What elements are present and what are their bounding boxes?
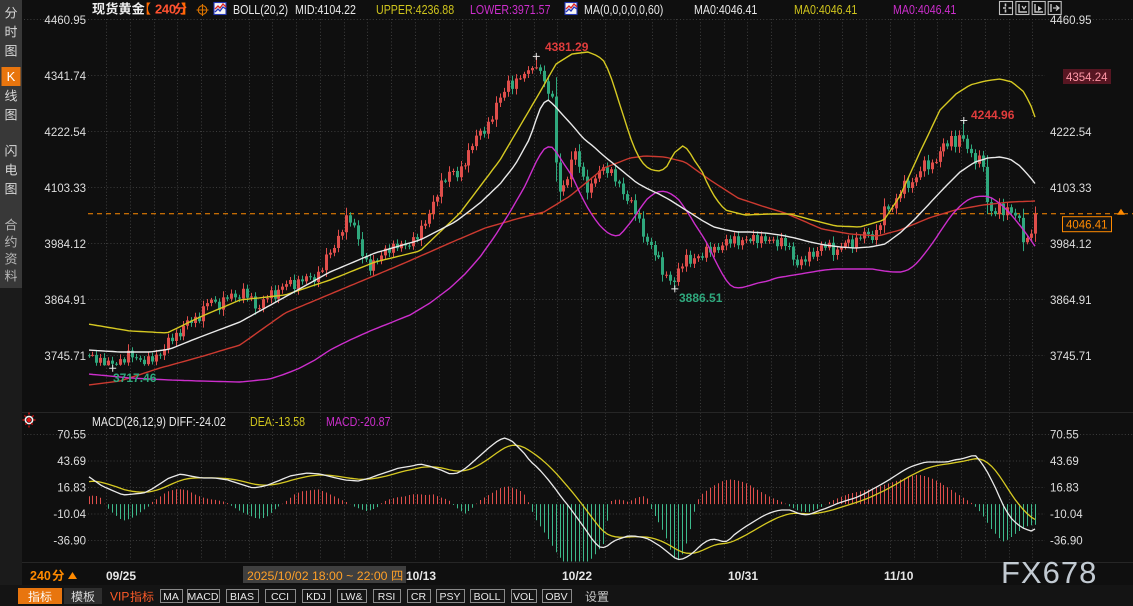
svg-text:2025/10/02 18:00 ~ 22:00: 2025/10/02 18:00 ~ 22:00 [247,569,388,583]
svg-text:10/31: 10/31 [728,569,758,583]
svg-text:-10.04: -10.04 [53,509,86,521]
svg-text:BOLL(20,2): BOLL(20,2) [233,2,288,17]
svg-text:MACD:-20.87: MACD:-20.87 [326,414,391,429]
svg-text:4046.41: 4046.41 [1066,220,1108,232]
svg-text:16.83: 16.83 [1050,483,1079,495]
svg-text:K: K [7,69,16,84]
svg-text:MID:4104.22: MID:4104.22 [295,2,356,17]
svg-text:70.55: 70.55 [57,430,86,442]
svg-text:MACD: MACD [188,591,219,603]
svg-text:16.83: 16.83 [57,483,86,495]
svg-text:240: 240 [30,569,51,583]
svg-text:MA(0,0,0,0,0,60): MA(0,0,0,0,0,60) [584,2,663,17]
svg-text:4244.96: 4244.96 [971,108,1015,122]
svg-text:3886.51: 3886.51 [679,291,723,305]
svg-text:4341.74: 4341.74 [44,71,86,83]
svg-text:MACD(26,12,9) DIFF:-24.02: MACD(26,12,9) DIFF:-24.02 [92,414,226,429]
svg-text:4222.54: 4222.54 [1050,127,1092,139]
svg-text:240: 240 [155,2,176,17]
svg-text:-10.04: -10.04 [1050,509,1083,521]
svg-text:DEA:-13.58: DEA:-13.58 [250,414,305,429]
svg-text:3745.71: 3745.71 [44,351,86,363]
svg-text:KDJ: KDJ [306,591,326,603]
svg-text:MA0:4046.41: MA0:4046.41 [694,2,758,17]
svg-text:10/13: 10/13 [406,569,436,583]
svg-text:PSY: PSY [439,591,460,603]
svg-text:BIAS: BIAS [230,591,254,603]
svg-text:UPPER:4236.88: UPPER:4236.88 [376,2,454,17]
svg-text:4103.33: 4103.33 [1050,183,1092,195]
svg-text:09/25: 09/25 [106,569,136,583]
svg-text:3745.71: 3745.71 [1050,351,1092,363]
svg-text:4381.29: 4381.29 [545,40,589,54]
svg-text:70.55: 70.55 [1050,430,1079,442]
svg-text:4222.54: 4222.54 [44,127,86,139]
svg-text:3864.91: 3864.91 [1050,295,1092,307]
svg-text:MA0:4046.41: MA0:4046.41 [893,2,957,17]
svg-text:10/22: 10/22 [562,569,592,583]
svg-text:VIP: VIP [110,590,129,604]
svg-text:4354.24: 4354.24 [1066,72,1108,84]
svg-text:43.69: 43.69 [1050,456,1079,468]
svg-text:CR: CR [411,591,427,603]
svg-text:FX678: FX678 [1001,555,1097,590]
svg-text:3717.46: 3717.46 [113,371,157,385]
svg-text:4460.95: 4460.95 [1050,15,1092,27]
svg-text:4460.95: 4460.95 [44,15,86,27]
svg-text:3864.91: 3864.91 [44,295,86,307]
svg-text:LW&: LW& [341,591,363,603]
svg-text:43.69: 43.69 [57,456,86,468]
svg-text:3984.12: 3984.12 [1050,239,1092,251]
svg-text:3984.12: 3984.12 [44,239,86,251]
svg-text:OBV: OBV [545,591,567,603]
svg-text:-36.90: -36.90 [1050,536,1083,548]
svg-text:MA0:4046.41: MA0:4046.41 [794,2,858,17]
svg-text:VOL: VOL [513,591,534,603]
svg-text:LOWER:3971.57: LOWER:3971.57 [470,2,551,17]
svg-text:MA: MA [163,591,179,603]
svg-text:RSI: RSI [378,591,396,603]
svg-text:BOLL: BOLL [474,591,501,603]
svg-text:CCI: CCI [271,591,289,603]
svg-text:11/10: 11/10 [884,569,914,583]
svg-text:4103.33: 4103.33 [44,183,86,195]
svg-text:-36.90: -36.90 [53,536,86,548]
